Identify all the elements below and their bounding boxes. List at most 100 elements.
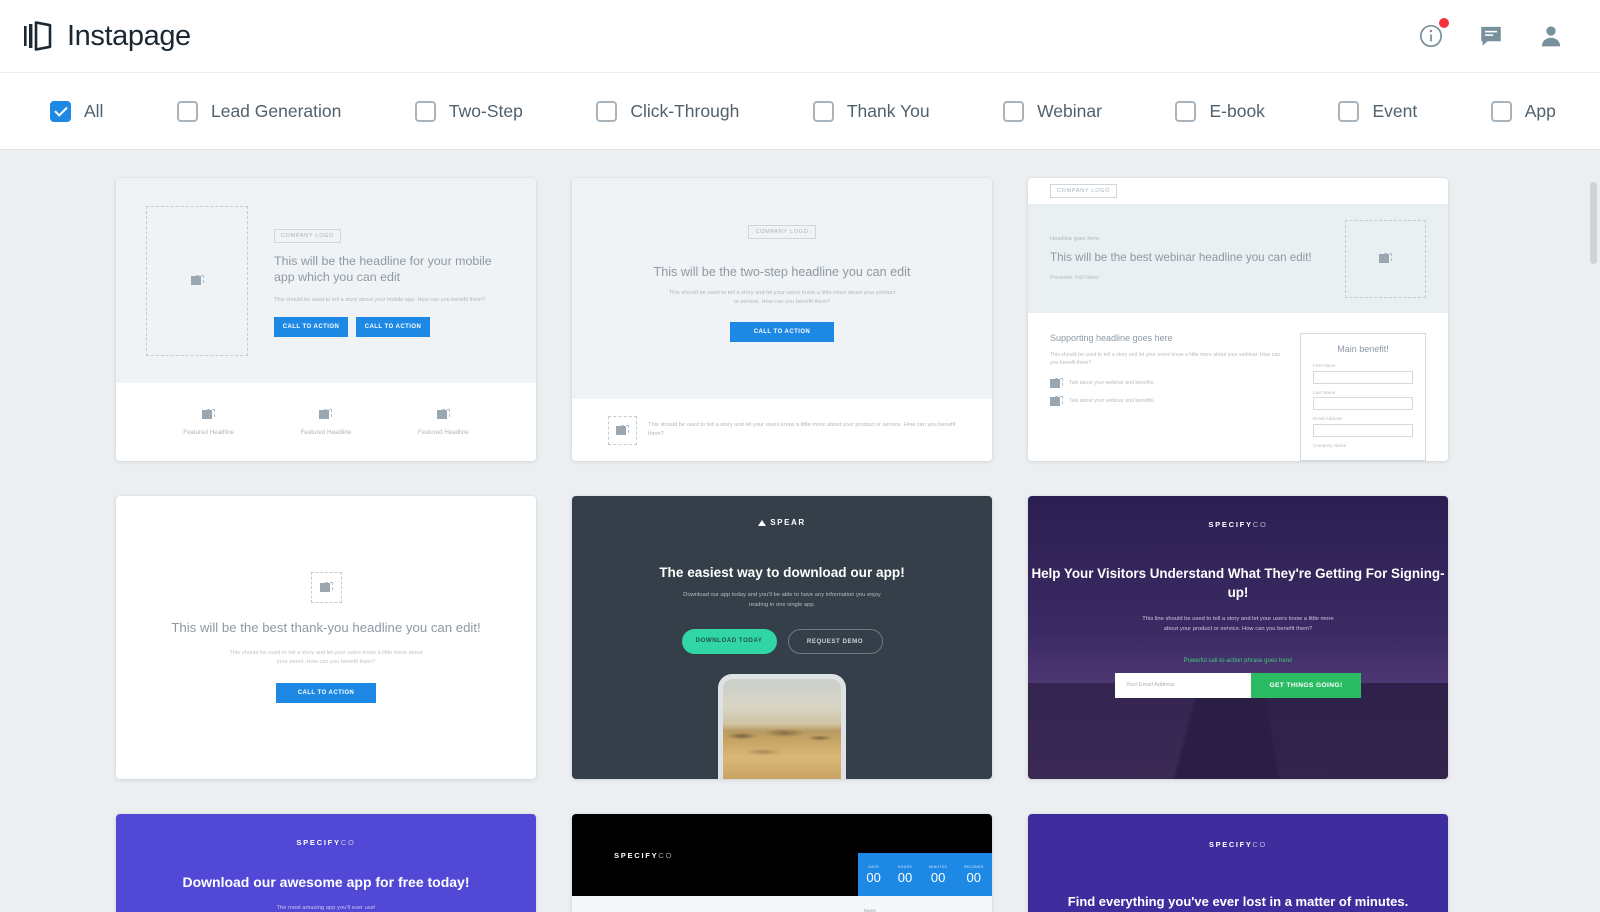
feature-label: Featured Headline <box>417 428 469 436</box>
filter-ebook[interactable]: E-book <box>1175 100 1265 122</box>
template-preview: COMPANY LOGO Headline goes here: This wi… <box>1028 178 1448 461</box>
template-preview: SPEAR The easiest way to download our ap… <box>572 496 992 779</box>
template-preview: SPECIFYCO DAYS 00 HOURS 00 MINUTES 00 SE… <box>572 814 992 912</box>
countdown-value: 00 <box>930 869 946 885</box>
template-preview: SPECIFYCO Download our awesome app for f… <box>116 814 536 912</box>
template-card-mobile-app[interactable]: COMPANY LOGO This will be the headline f… <box>116 178 536 461</box>
filter-lead-generation[interactable]: Lead Generation <box>176 100 341 122</box>
lead-form: Main benefit! First Name Last Name Email… <box>1300 333 1426 461</box>
checkbox-webinar[interactable] <box>1003 100 1025 122</box>
filter-label-all: All <box>84 100 104 121</box>
image-icon <box>616 424 629 436</box>
cta-secondary: CALL TO ACTION <box>356 317 430 338</box>
brand-name: SPEAR <box>770 518 806 527</box>
cta-secondary: REQUEST DEMO <box>787 628 883 654</box>
image-icon <box>319 408 333 420</box>
countdown-label: SECONDS <box>963 864 984 869</box>
filter-all[interactable]: All <box>50 100 104 122</box>
image-icon <box>319 581 333 593</box>
brand-bold: SPECIFY <box>1208 520 1253 529</box>
image-placeholder <box>1345 219 1426 298</box>
brand-light: CO <box>1252 520 1268 529</box>
image-icon <box>1379 253 1392 264</box>
phone-mockup <box>718 673 846 779</box>
template-card-specifyco-signup[interactable]: SPECIFYCO Help Your Visitors Understand … <box>1028 496 1448 779</box>
submit-button: GET THINGS GOING! <box>1251 672 1361 698</box>
template-filter-bar: All Lead Generation Two-Step Click-Throu… <box>0 72 1600 150</box>
template-eyebrow: Headline goes here: <box>1050 236 1101 243</box>
feature-item: Featured Headline <box>417 408 469 436</box>
brand-bold: SPECIFY <box>1208 840 1253 849</box>
checkbox-two-step[interactable] <box>414 100 436 122</box>
template-body: The most amazing app you'll ever use! <box>276 904 376 911</box>
countdown-label: DAYS <box>868 864 879 869</box>
template-gallery: COMPANY LOGO This will be the headline f… <box>0 150 1600 912</box>
template-card-webinar[interactable]: COMPANY LOGO Headline goes here: This wi… <box>1028 178 1448 461</box>
countdown-hours: HOURS 00 <box>898 865 912 885</box>
scrollbar-thumb[interactable] <box>1590 182 1597 264</box>
image-icon <box>1050 377 1063 389</box>
feature-item: Featured Headline <box>183 408 234 436</box>
template-card-two-step[interactable]: COMPANY LOGO This will be the two-step h… <box>572 178 992 461</box>
countdown-seconds: SECONDS 00 <box>964 865 984 885</box>
template-card-specifyco-find[interactable]: SPECIFYCO Find everything you've ever lo… <box>1028 814 1448 912</box>
template-grid: COMPANY LOGO This will be the headline f… <box>0 178 1600 912</box>
filter-click-through[interactable]: Click-Through <box>596 100 740 122</box>
template-headline: Find everything you've ever lost in a ma… <box>1067 894 1409 909</box>
accent-phrase: Powerful call-to-action phrase goes here… <box>1183 657 1293 664</box>
template-card-thank-you[interactable]: This will be the best thank-you headline… <box>116 496 536 779</box>
image-icon <box>190 275 204 286</box>
template-preview: COMPANY LOGO This will be the headline f… <box>116 178 536 461</box>
notification-badge <box>1439 18 1449 28</box>
checkbox-lead-generation[interactable] <box>176 100 198 122</box>
countdown-value: 00 <box>897 869 913 885</box>
info-icon[interactable] <box>1418 18 1449 49</box>
presenter-name: Presenter: Full Name <box>1050 275 1100 282</box>
spear-logo: SPEAR <box>758 518 806 527</box>
benefit-item: Talk about your webinar and benefits. <box>1050 377 1286 389</box>
image-placeholder <box>310 571 342 603</box>
filter-thank-you[interactable]: Thank You <box>812 100 930 122</box>
filter-two-step[interactable]: Two-Step <box>414 100 523 122</box>
checkbox-event[interactable] <box>1338 100 1360 122</box>
specifyco-logo: SPECIFYCO <box>296 838 355 847</box>
template-card-spear-app[interactable]: SPEAR The easiest way to download our ap… <box>572 496 992 779</box>
template-headline: This will be the best thank-you headline… <box>171 619 481 635</box>
template-preview: This will be the best thank-you headline… <box>116 496 536 779</box>
form-title: Main benefit! <box>1337 344 1389 354</box>
benefit-item: Talk about your webinar and benefits. <box>1050 395 1286 407</box>
template-headline: This will be the best webinar headline y… <box>1050 251 1312 265</box>
instapage-logo[interactable]: Instapage <box>24 20 191 53</box>
template-card-specifyco-download[interactable]: SPECIFYCO Download our awesome app for f… <box>116 814 536 912</box>
email-field <box>1313 423 1413 437</box>
brand-bold: SPECIFY <box>614 850 659 860</box>
page-scrollbar[interactable] <box>1590 150 1597 912</box>
specifyco-logo: SPECIFYCO <box>1208 520 1267 529</box>
checkbox-all[interactable] <box>50 100 71 122</box>
checkbox-app[interactable] <box>1490 100 1512 122</box>
countdown-days: DAYS 00 <box>866 865 880 885</box>
brand-name: Instapage <box>67 19 191 52</box>
template-headline: Help Your Visitors Understand What They'… <box>1031 566 1445 600</box>
template-card-specifyco-countdown[interactable]: SPECIFYCO DAYS 00 HOURS 00 MINUTES 00 SE… <box>572 814 992 912</box>
template-body: This should be used to tell a story and … <box>1050 352 1281 367</box>
filter-app[interactable]: App <box>1490 100 1556 122</box>
company-logo-chip: COMPANY LOGO <box>274 228 342 243</box>
field-label-first-name: First Name <box>1313 363 1336 368</box>
filter-label-webinar: Webinar <box>1037 100 1102 121</box>
filter-label-app: App <box>1524 100 1556 121</box>
chat-icon[interactable] <box>1478 23 1504 49</box>
user-icon[interactable] <box>1538 23 1564 49</box>
checkbox-ebook[interactable] <box>1175 100 1197 122</box>
last-name-field <box>1313 397 1413 410</box>
checkbox-click-through[interactable] <box>596 100 618 122</box>
benefit-label: Talk about your webinar and benefits. <box>1069 398 1155 405</box>
field-label-last-name: Last Name <box>1313 389 1336 395</box>
brand-bold: SPECIFY <box>296 838 341 847</box>
template-body: Download our app today and you'll be abl… <box>683 592 881 608</box>
filter-event[interactable]: Event <box>1338 100 1417 122</box>
filter-label-click-through: Click-Through <box>630 100 740 121</box>
filter-webinar[interactable]: Webinar <box>1003 100 1102 122</box>
checkbox-thank-you[interactable] <box>812 100 834 122</box>
template-headline: This will be the headline for your mobil… <box>274 253 492 284</box>
